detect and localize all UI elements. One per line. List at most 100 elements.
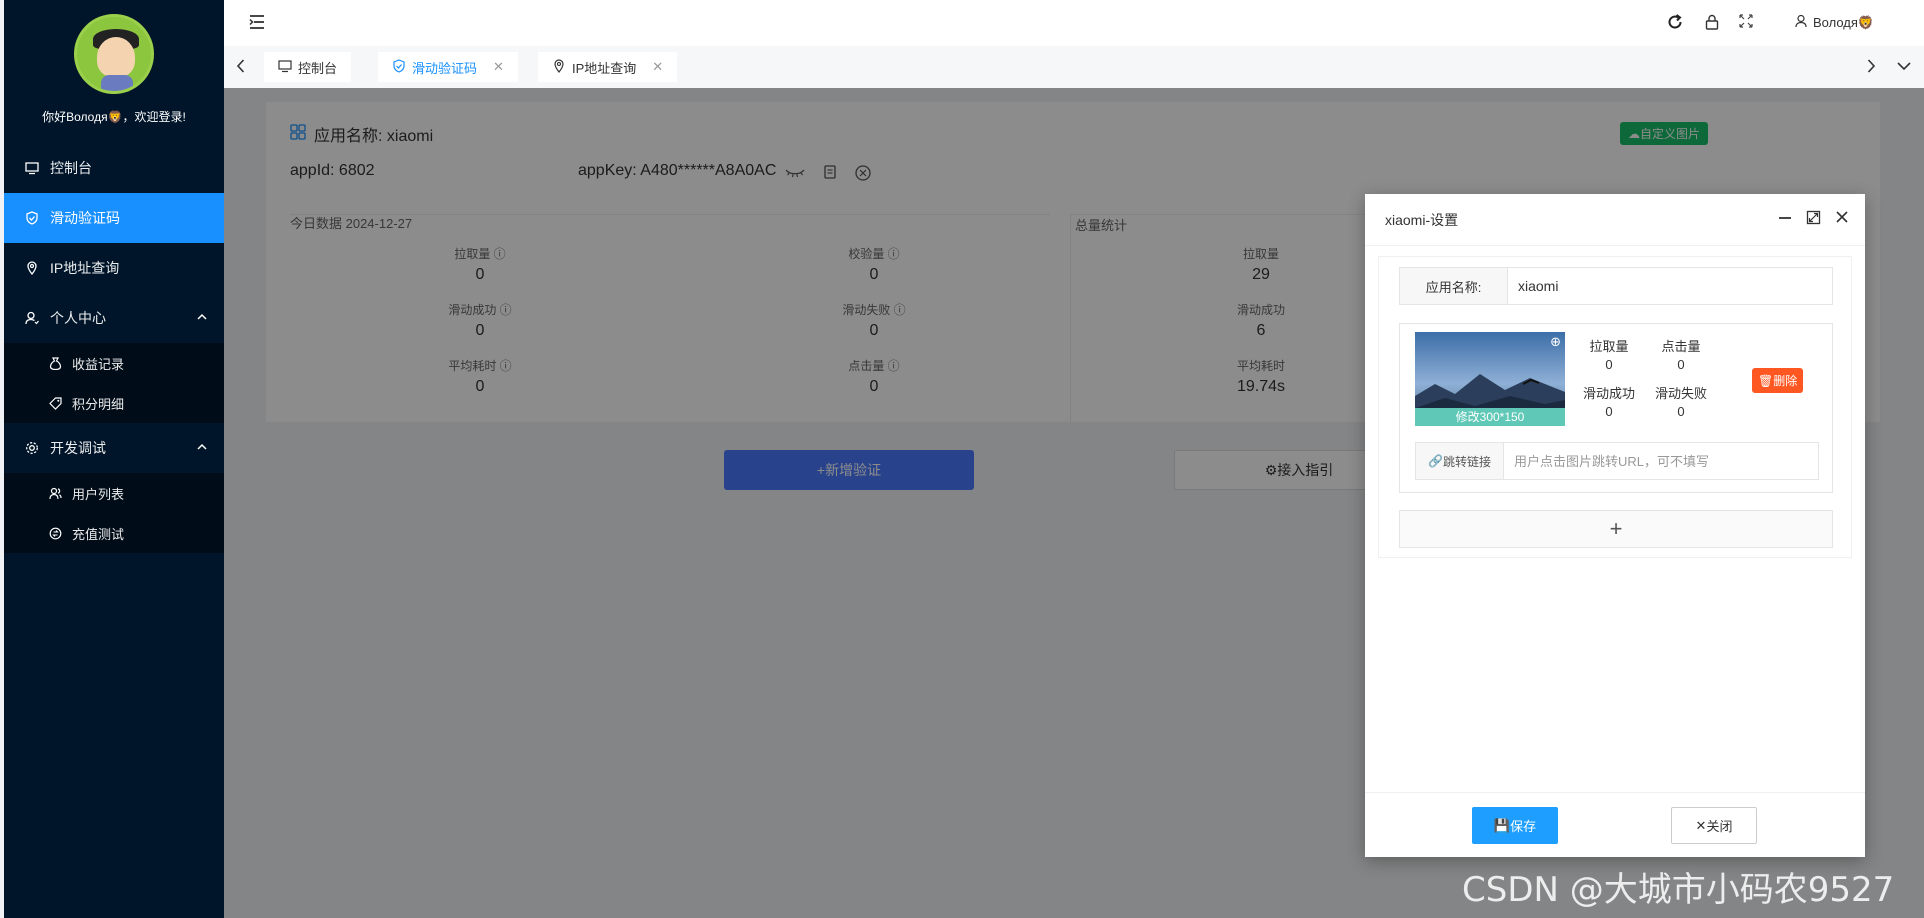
close-icon[interactable]: ✕ <box>652 59 663 75</box>
dialog-header: xiaomi-设置 <box>1365 194 1865 246</box>
chevron-right-icon[interactable] <box>1864 58 1878 79</box>
refresh-icon[interactable] <box>1666 13 1684 34</box>
save-icon: 💾 <box>1493 817 1511 833</box>
welcome-text: 你好Володя🦁，欢迎登录! <box>42 110 186 124</box>
chevron-up-icon <box>196 440 208 456</box>
location-icon <box>24 260 40 276</box>
dialog-footer: 💾 保存 ✕ 关闭 <box>1365 792 1865 857</box>
sidebar-item-personal-center[interactable]: 个人中心 <box>4 293 224 343</box>
sidebar-item-dashboard[interactable]: 控制台 <box>4 143 224 193</box>
sidebar-item-earnings[interactable]: 收益记录 <box>4 343 224 383</box>
stat-value: 0 <box>1677 357 1685 372</box>
image-stat-pull: 拉取量 0 <box>1574 336 1644 372</box>
tab-label: 滑动验证码 <box>412 60 478 76</box>
edit-image-caption[interactable]: 修改300*150 <box>1415 408 1565 426</box>
stat-value: 0 <box>1605 404 1613 419</box>
dialog-body: 应用名称: xiaomi ⊕ 修改300*150 拉取量 0 点击量 0 滑动成功 0… <box>1378 256 1852 558</box>
tab-dashboard[interactable]: 控制台 <box>264 52 352 82</box>
close-icon[interactable] <box>1835 210 1849 231</box>
tag-icon <box>48 396 62 410</box>
sidebar-item-points[interactable]: 积分明细 <box>4 383 224 423</box>
redirect-link-label: 🔗 跳转链接 <box>1416 443 1504 479</box>
image-item: ⊕ 修改300*150 拉取量 0 点击量 0 滑动成功 0 滑动失败 0 🗑删除 🔗 跳… <box>1399 323 1833 493</box>
dialog-title: xiaomi-设置 <box>1385 211 1459 228</box>
tab-slide-captcha[interactable]: 滑动验证码 ✕ <box>378 52 518 82</box>
app-name-value: xiaomi <box>1518 278 1559 294</box>
sidebar-item-recharge-test[interactable]: 充值测试 <box>4 513 224 553</box>
user-icon <box>24 310 40 326</box>
stat-label: 点击量 <box>1661 339 1701 354</box>
settings-dialog: xiaomi-设置 应用名称: xiaomi ⊕ 修改300*150 拉取量 0 … <box>1365 194 1865 857</box>
redirect-link-row: 🔗 跳转链接 <box>1415 442 1819 480</box>
redirect-url-input[interactable] <box>1504 443 1818 479</box>
top-header: Володя🦁 <box>224 0 1924 46</box>
gear-icon <box>24 440 40 456</box>
close-icon[interactable]: ✕ <box>493 59 504 75</box>
sidebar-item-label: IP地址查询 <box>50 260 120 276</box>
sidebar-item-label: 开发调试 <box>50 440 106 456</box>
fullscreen-icon[interactable] <box>1738 13 1754 32</box>
shield-icon <box>24 210 40 226</box>
shield-icon <box>392 58 406 76</box>
maximize-icon[interactable] <box>1806 210 1821 231</box>
tab-ip-lookup[interactable]: IP地址查询 ✕ <box>538 52 678 82</box>
user-menu[interactable]: Володя🦁 <box>1795 14 1874 31</box>
username: Володя🦁 <box>1813 14 1875 30</box>
image-stat-fail: 滑动失败 0 <box>1646 383 1716 419</box>
sidebar: 你好Володя🦁，欢迎登录! 控制台 滑动验证码 IP地址查询 个人中心 收益… <box>0 0 224 918</box>
tab-bar: 控制台 滑动验证码 ✕ IP地址查询 ✕ <box>224 46 1924 88</box>
sidebar-item-label: 个人中心 <box>50 310 106 326</box>
image-stat-success: 滑动成功 0 <box>1574 383 1644 419</box>
sidebar-item-label: 积分明细 <box>72 396 125 412</box>
delete-button[interactable]: 🗑删除 <box>1752 368 1804 393</box>
app-name-row: 应用名称: xiaomi <box>1399 267 1833 305</box>
sidebar-item-dev-debug[interactable]: 开发调试 <box>4 423 224 473</box>
link-label-text: 跳转链接 <box>1442 454 1491 469</box>
minimize-icon[interactable] <box>1778 210 1792 231</box>
chevron-left-icon[interactable] <box>234 58 248 79</box>
close-button[interactable]: ✕ 关闭 <box>1671 807 1757 844</box>
stat-label: 滑动成功 <box>1582 386 1635 401</box>
stat-label: 滑动失败 <box>1654 386 1707 401</box>
avatar[interactable] <box>74 14 154 94</box>
location-icon <box>552 58 566 76</box>
trash-icon: 🗑 <box>1758 374 1774 388</box>
add-image-button[interactable]: + <box>1399 510 1833 548</box>
sidebar-item-label: 控制台 <box>50 160 92 176</box>
tab-label: IP地址查询 <box>572 60 637 76</box>
save-button[interactable]: 💾 保存 <box>1472 807 1558 844</box>
link-icon: 🔗 <box>1428 454 1443 468</box>
stat-label: 拉取量 <box>1589 339 1629 354</box>
menu-toggle-icon[interactable] <box>248 13 266 34</box>
delete-label: 删除 <box>1773 374 1798 388</box>
tab-label: 控制台 <box>298 60 338 76</box>
sidebar-menu: 控制台 滑动验证码 IP地址查询 个人中心 收益记录 积分明细 开发调试 用户列… <box>4 143 224 553</box>
sidebar-item-user-list[interactable]: 用户列表 <box>4 473 224 513</box>
sidebar-item-ip-lookup[interactable]: IP地址查询 <box>4 243 224 293</box>
image-stat-clicks: 点击量 0 <box>1646 336 1716 372</box>
sidebar-item-label: 收益记录 <box>72 356 125 372</box>
monitor-icon <box>24 160 40 176</box>
sidebar-item-slide-captcha[interactable]: 滑动验证码 <box>4 193 224 243</box>
app-name-label: 应用名称: <box>1400 268 1508 304</box>
sidebar-item-label: 充值测试 <box>72 526 125 542</box>
zoom-in-icon[interactable]: ⊕ <box>1550 334 1561 350</box>
sidebar-item-label: 滑动验证码 <box>50 210 120 226</box>
chevron-down-icon[interactable] <box>1896 58 1912 79</box>
monitor-icon <box>278 59 292 76</box>
watermark: CSDN @大城市小码农9527 <box>1462 870 1895 910</box>
users-icon <box>48 486 62 500</box>
user-icon <box>1795 14 1809 31</box>
recharge-icon <box>48 526 62 540</box>
chevron-up-icon <box>196 310 208 326</box>
dialog-controls <box>1778 210 1849 231</box>
stat-value: 0 <box>1677 404 1685 419</box>
captcha-image[interactable]: ⊕ 修改300*150 <box>1415 332 1565 426</box>
sidebar-item-label: 用户列表 <box>72 486 125 502</box>
stat-value: 0 <box>1605 357 1613 372</box>
close-label: 关闭 <box>1706 819 1733 834</box>
save-label: 保存 <box>1510 819 1537 834</box>
money-bag-icon <box>48 356 62 370</box>
close-icon: ✕ <box>1695 817 1707 833</box>
lock-icon[interactable] <box>1704 13 1720 34</box>
